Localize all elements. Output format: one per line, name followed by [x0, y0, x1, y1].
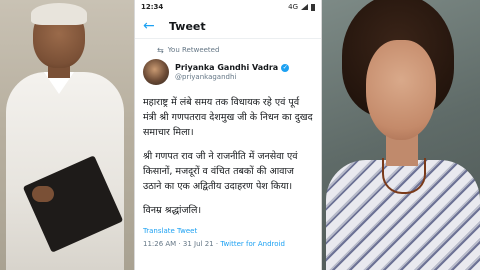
retweet-icon: ⇆ [157, 45, 164, 55]
tweet-author[interactable]: Priyanka Gandhi Vadra ✓ @priyankagandhi [135, 59, 321, 85]
avatar[interactable] [143, 59, 169, 85]
translate-tweet-link[interactable]: Translate Tweet [135, 227, 321, 235]
status-icons: 4G [288, 3, 315, 11]
man-hair [31, 3, 87, 25]
woman-face [366, 40, 436, 140]
retweet-text: You Retweeted [167, 46, 220, 54]
top-bar: ← Tweet [135, 14, 321, 39]
left-photo [0, 0, 134, 270]
author-name-line: Priyanka Gandhi Vadra ✓ [175, 63, 290, 72]
author-text: Priyanka Gandhi Vadra ✓ @priyankagandhi [175, 63, 290, 81]
status-time: 12:34 [141, 3, 164, 11]
tweet-time: 11:26 AM [143, 240, 177, 248]
status-bar: 12:34 4G [135, 0, 321, 14]
tweet-paragraph-2: श्री गणपत राव जी ने राजनीति में जनसेवा ए… [143, 151, 298, 192]
verified-badge-icon: ✓ [281, 63, 290, 72]
tweet-source-link[interactable]: Twitter for Android [220, 240, 285, 248]
retweet-indicator: ⇆ You Retweeted [135, 42, 321, 58]
tweet-screenshot: 12:34 4G ← Tweet ⇆ You Retweeted Priyank… [134, 0, 322, 270]
tweet-body: महाराष्ट्र में लंबे समय तक विधायक रहे एव… [135, 95, 321, 218]
author-name[interactable]: Priyanka Gandhi Vadra [175, 63, 278, 72]
right-photo [322, 0, 480, 270]
tweet-date: 31 Jul 21 [182, 240, 214, 248]
network-label: 4G [288, 3, 298, 11]
author-handle: @priyankagandhi [175, 72, 237, 81]
signal-icon [301, 4, 308, 10]
tweet-paragraph-3: विनम्र श्रद्धांजलि। [143, 205, 202, 216]
tweet-paragraph-1: महाराष्ट्र में लंबे समय तक विधायक रहे एव… [143, 97, 313, 138]
page-title: Tweet [169, 19, 206, 33]
back-arrow-icon[interactable]: ← [143, 19, 161, 33]
battery-icon [311, 3, 315, 11]
necklace [382, 158, 426, 194]
tweet-meta: 11:26 AM · 31 Jul 21 · Twitter for Andro… [135, 240, 321, 248]
man-hand [32, 186, 54, 202]
